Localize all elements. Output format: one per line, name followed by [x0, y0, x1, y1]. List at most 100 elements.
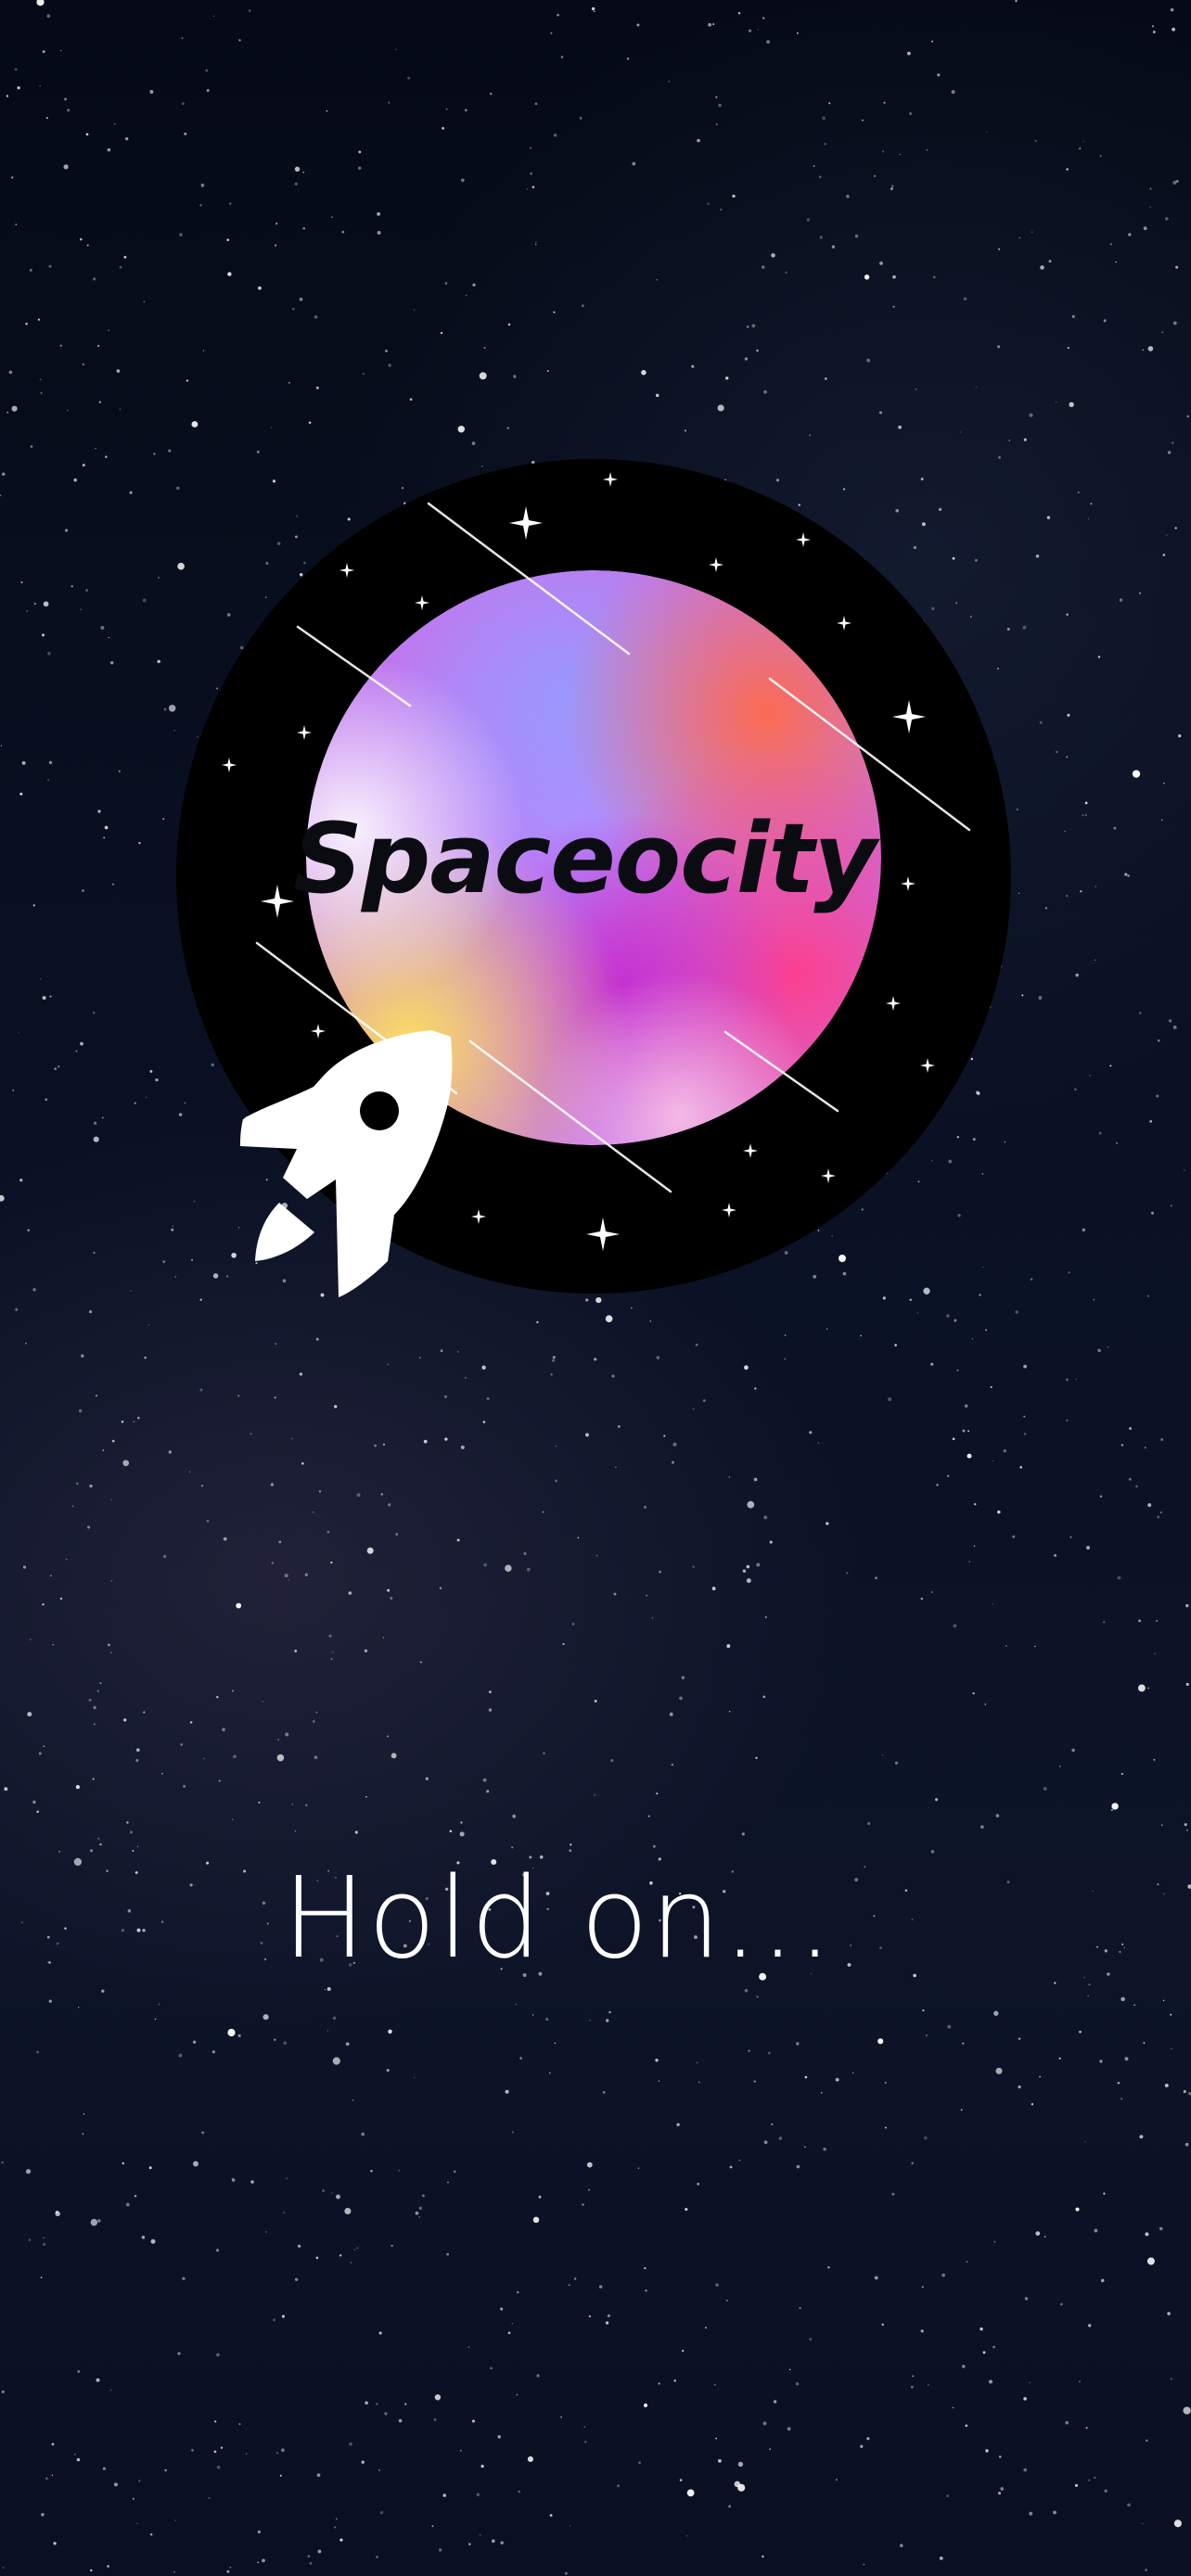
star-dot [33, 602, 36, 606]
star-dot [385, 350, 388, 352]
star-dot [213, 15, 215, 17]
star-dot [1146, 2439, 1148, 2442]
star-dot [543, 1752, 545, 1755]
star-dot [90, 2569, 93, 2572]
star-dot [32, 1288, 36, 1292]
star-dot [327, 1987, 331, 1991]
star-dot [1084, 813, 1088, 817]
star-dot [637, 2167, 640, 2169]
star-dot [920, 1597, 924, 1600]
star-dot [1069, 1536, 1072, 1538]
star-dot [19, 792, 23, 796]
star-dot [1167, 451, 1172, 454]
star-dot [315, 1337, 319, 1341]
star-dot [748, 2049, 750, 2052]
star-dot [483, 1562, 487, 1567]
star-dot [526, 188, 529, 190]
star-dot [71, 1505, 74, 1508]
star-dot [1159, 2226, 1163, 2231]
star-dot [214, 2420, 217, 2423]
star-dot [746, 1564, 750, 1569]
star-dot [203, 1757, 205, 1760]
star-dot [489, 1690, 492, 1693]
star-dot [327, 1530, 330, 1534]
star-dot [386, 1735, 389, 1738]
star-dot [685, 2208, 688, 2212]
star-dot [85, 133, 89, 136]
star-dot [276, 1753, 285, 1762]
star-dot [560, 56, 564, 58]
star-dot [434, 2394, 442, 2401]
star-dot [1160, 1438, 1163, 1441]
star-dot [45, 117, 48, 120]
star-dot [6, 411, 8, 414]
star-dot [121, 1420, 124, 1423]
star-dot [598, 2285, 603, 2289]
star-dot [36, 2050, 39, 2054]
star-dot [277, 1739, 279, 1741]
star-dot [468, 2543, 471, 2545]
star-dot [57, 1065, 60, 1068]
star-dot [1097, 1348, 1101, 1353]
star-dot [304, 1573, 309, 1577]
star-dot [442, 127, 444, 130]
star-dot [362, 372, 365, 376]
star-dot [753, 2080, 756, 2083]
star-dot [555, 1445, 557, 1447]
star-dot [315, 1711, 318, 1714]
star-dot [652, 1844, 656, 1848]
star-dot [738, 2160, 740, 2162]
star-dot [763, 2140, 768, 2145]
star-dot [125, 137, 129, 141]
star-dot [398, 2170, 401, 2172]
star-dot [1124, 873, 1128, 876]
star-dot [972, 1691, 975, 1695]
star-dot [488, 1708, 493, 1712]
star-dot [382, 1443, 386, 1446]
star-dot [415, 2211, 419, 2215]
star-dot [279, 2474, 282, 2477]
star-dot [93, 1251, 96, 1255]
star-dot [74, 2454, 76, 2455]
star-dot [963, 297, 967, 301]
star-dot [183, 1784, 186, 1788]
spaceocity-logo: Spaceocity [176, 459, 1011, 1297]
star-dot [286, 2177, 288, 2180]
star-dot [551, 1358, 556, 1362]
star-dot [809, 1431, 813, 1435]
star-dot [826, 1522, 829, 1525]
star-dot [1023, 438, 1027, 441]
star-dot [594, 1358, 597, 1361]
star-dot [391, 1753, 397, 1759]
star-dot [1066, 613, 1069, 616]
star-dot [70, 585, 73, 588]
star-dot [30, 445, 33, 448]
star-dot [142, 598, 147, 603]
star-dot [1065, 2420, 1069, 2425]
star-dot [875, 1576, 878, 1580]
star-dot [892, 274, 896, 279]
star-dot [419, 1661, 422, 1664]
star-dot [174, 2519, 177, 2521]
star-dot [610, 1759, 614, 1763]
star-dot [138, 2480, 141, 2482]
star-dot [1015, 1310, 1018, 1314]
star-dot [1111, 1803, 1119, 1810]
star-dot [77, 2370, 81, 2373]
star-dot [42, 633, 45, 637]
star-dot [892, 305, 895, 308]
star-dot [365, 1795, 367, 1798]
star-dot [110, 1651, 112, 1653]
star-dot [457, 1351, 459, 1353]
star-dot [220, 2446, 224, 2449]
star-dot [881, 150, 885, 153]
star-dot [386, 2069, 390, 2072]
star-dot [471, 2419, 476, 2423]
star-dot [554, 2042, 557, 2045]
star-dot [1066, 895, 1069, 898]
star-dot [669, 1712, 673, 1716]
star-dot [591, 6, 596, 11]
star-dot [136, 2522, 138, 2525]
star-dot [1164, 217, 1169, 221]
star-dot [1149, 1120, 1153, 1123]
